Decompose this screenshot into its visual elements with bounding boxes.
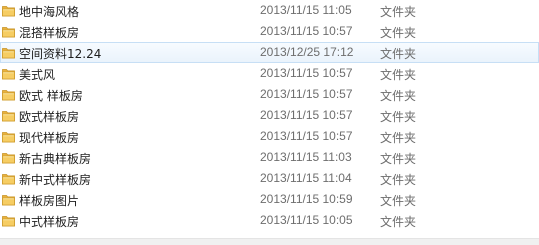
folder-icon (2, 193, 15, 206)
horizontal-scrollbar[interactable] (0, 238, 539, 245)
file-name: 样板房图片 (19, 194, 80, 208)
file-type: 文件夹 (380, 194, 417, 208)
file-name: 新古典样板房 (19, 152, 92, 166)
date-modified: 2013/12/25 17:12 (260, 45, 354, 59)
date-modified: 2013/11/15 10:57 (260, 24, 353, 38)
file-row[interactable]: 新中式样板房 2013/11/15 11:04 文件夹 (0, 168, 539, 189)
file-type: 文件夹 (380, 152, 417, 166)
file-type: 文件夹 (380, 26, 417, 40)
file-type: 文件夹 (380, 68, 417, 82)
folder-icon (2, 130, 15, 143)
file-type: 文件夹 (380, 110, 417, 124)
file-type: 文件夹 (380, 215, 417, 229)
date-modified: 2013/11/15 10:59 (260, 192, 353, 206)
file-row[interactable]: 空间资料12.24 2013/12/25 17:12 文件夹 (0, 42, 539, 63)
file-row[interactable]: 美式风 2013/11/15 10:57 文件夹 (0, 63, 539, 84)
date-modified: 2013/11/15 10:05 (260, 213, 353, 227)
file-type: 文件夹 (380, 173, 417, 187)
folder-icon (2, 172, 15, 185)
file-name: 中式样板房 (19, 215, 80, 229)
file-type: 文件夹 (380, 47, 417, 61)
file-row[interactable]: 欧式 样板房 2013/11/15 10:57 文件夹 (0, 84, 539, 105)
folder-icon (2, 109, 15, 122)
file-row[interactable]: 中式样板房 2013/11/15 10:05 文件夹 (0, 210, 539, 231)
file-row[interactable]: 地中海风格 2013/11/15 11:05 文件夹 (0, 0, 539, 21)
file-row[interactable]: 样板房图片 2013/11/15 10:59 文件夹 (0, 189, 539, 210)
folder-icon (2, 25, 15, 38)
file-type: 文件夹 (380, 89, 417, 103)
date-modified: 2013/11/15 10:57 (260, 129, 353, 143)
file-name: 现代样板房 (19, 131, 80, 145)
file-row[interactable]: 欧式样板房 2013/11/15 10:57 文件夹 (0, 105, 539, 126)
file-name: 欧式 样板房 (19, 89, 83, 103)
folder-icon (2, 4, 15, 17)
folder-icon (2, 214, 15, 227)
date-modified: 2013/11/15 11:05 (260, 3, 352, 17)
file-list: 地中海风格 2013/11/15 11:05 文件夹 混搭样板房 2013/11… (0, 0, 539, 231)
file-name: 美式风 (19, 68, 56, 82)
file-row[interactable]: 混搭样板房 2013/11/15 10:57 文件夹 (0, 21, 539, 42)
folder-icon (2, 88, 15, 101)
file-name: 新中式样板房 (19, 173, 92, 187)
file-type: 文件夹 (380, 131, 417, 145)
folder-icon (2, 67, 15, 80)
date-modified: 2013/11/15 10:57 (260, 108, 353, 122)
folder-icon (2, 151, 15, 164)
file-name: 地中海风格 (19, 5, 80, 19)
folder-icon (2, 46, 15, 59)
file-name: 混搭样板房 (19, 26, 80, 40)
file-row[interactable]: 现代样板房 2013/11/15 10:57 文件夹 (0, 126, 539, 147)
file-type: 文件夹 (380, 5, 417, 19)
file-row[interactable]: 新古典样板房 2013/11/15 11:03 文件夹 (0, 147, 539, 168)
date-modified: 2013/11/15 10:57 (260, 87, 353, 101)
file-name: 欧式样板房 (19, 110, 80, 124)
date-modified: 2013/11/15 10:57 (260, 66, 353, 80)
date-modified: 2013/11/15 11:03 (260, 150, 352, 164)
date-modified: 2013/11/15 11:04 (260, 171, 352, 185)
file-name: 空间资料12.24 (19, 47, 102, 61)
